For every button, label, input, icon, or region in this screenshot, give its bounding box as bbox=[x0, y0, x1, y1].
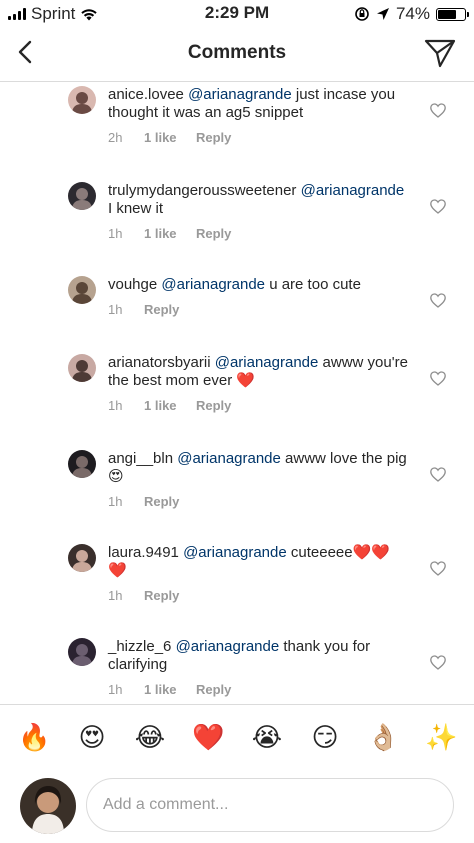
emoji-reaction[interactable]: ❤️ bbox=[192, 721, 224, 753]
comment-text: angi__bln @arianagrande awww love the pi… bbox=[108, 450, 408, 486]
comment-body: u are too cute bbox=[265, 276, 361, 293]
avatar[interactable] bbox=[68, 544, 96, 572]
reply-button[interactable]: Reply bbox=[196, 682, 231, 697]
emoji-reaction[interactable]: 😏 bbox=[309, 721, 341, 753]
comment-composer bbox=[0, 774, 474, 843]
avatar[interactable] bbox=[68, 450, 96, 478]
emoji-reaction[interactable]: 🔥 bbox=[18, 721, 50, 753]
comment-time: 1h bbox=[108, 398, 123, 413]
comment-meta: 1h Reply bbox=[108, 302, 179, 317]
heart-outline-icon[interactable] bbox=[430, 561, 446, 576]
battery-label: 74% bbox=[395, 4, 430, 23]
status-bar: Sprint 2:29 PM 74% bbox=[0, 0, 474, 26]
comment-text: _hizzle_6 @arianagrande thank you for cl… bbox=[108, 638, 408, 674]
comment-time: 1h bbox=[108, 494, 123, 509]
heart-outline-icon[interactable] bbox=[430, 199, 446, 214]
comments-screen: Sprint 2:29 PM 74% Comments anice.lovee … bbox=[0, 0, 474, 843]
status-right: 74% bbox=[354, 4, 469, 24]
rotation-lock-icon bbox=[355, 7, 369, 21]
comment-item[interactable]: arianatorsbyarii @arianagrande awww you'… bbox=[0, 350, 474, 440]
comment-item[interactable]: trulymydangeroussweetener @arianagrande … bbox=[0, 178, 474, 268]
comment-text: vouhge @arianagrande u are too cute bbox=[108, 276, 408, 294]
comment-meta: 1h 1 like Reply bbox=[108, 398, 231, 413]
comment-meta: 2h 1 like Reply bbox=[108, 130, 231, 145]
comment-item[interactable]: angi__bln @arianagrande awww love the pi… bbox=[0, 446, 474, 536]
comment-meta: 1h 1 like Reply bbox=[108, 226, 231, 241]
emoji-reaction[interactable]: 😂 bbox=[134, 721, 166, 753]
comment-username[interactable]: laura.9491 bbox=[108, 544, 179, 561]
avatar bbox=[20, 778, 76, 834]
heart-outline-icon[interactable] bbox=[430, 103, 446, 118]
comment-meta: 1h 1 like Reply bbox=[108, 682, 231, 697]
reply-button[interactable]: Reply bbox=[196, 226, 231, 241]
comment-likes[interactable]: 1 like bbox=[144, 130, 196, 145]
comment-input[interactable] bbox=[86, 778, 454, 832]
avatar[interactable] bbox=[68, 276, 96, 304]
comment-mention[interactable]: @arianagrande bbox=[188, 86, 292, 103]
emoji-reaction[interactable]: 😍 bbox=[76, 721, 108, 753]
emoji-bar: 🔥 😍 😂 ❤️ 😭 😏 👌🏼 ✨ bbox=[0, 704, 474, 774]
battery-fill bbox=[438, 9, 456, 19]
comment-likes[interactable]: 1 like bbox=[144, 226, 196, 241]
reply-button[interactable]: Reply bbox=[144, 302, 179, 317]
emoji-reaction[interactable]: ✨ bbox=[425, 721, 457, 753]
comment-list[interactable]: anice.lovee @arianagrande just incase yo… bbox=[0, 82, 474, 704]
comment-mention[interactable]: @arianagrande bbox=[161, 276, 265, 293]
comment-mention[interactable]: @arianagrande bbox=[183, 544, 287, 561]
comment-meta: 1h Reply bbox=[108, 588, 179, 603]
comment-mention[interactable]: @arianagrande bbox=[177, 450, 281, 467]
comment-username[interactable]: anice.lovee bbox=[108, 86, 184, 103]
comment-likes[interactable]: 1 like bbox=[144, 682, 196, 697]
comment-time: 2h bbox=[108, 130, 123, 145]
comment-username[interactable]: _hizzle_6 bbox=[108, 638, 171, 655]
comment-item[interactable]: laura.9491 @arianagrande cuteeeee❤️❤️❤️ 1… bbox=[0, 540, 474, 630]
reply-button[interactable]: Reply bbox=[144, 588, 179, 603]
avatar[interactable] bbox=[68, 182, 96, 210]
comment-time: 1h bbox=[108, 226, 123, 241]
comment-text: arianatorsbyarii @arianagrande awww you'… bbox=[108, 354, 408, 390]
reply-button[interactable]: Reply bbox=[196, 130, 231, 145]
comment-meta: 1h Reply bbox=[108, 494, 179, 509]
nav-bar: Comments bbox=[0, 26, 474, 82]
heart-outline-icon[interactable] bbox=[430, 467, 446, 482]
reply-button[interactable]: Reply bbox=[144, 494, 179, 509]
emoji-reaction[interactable]: 😭 bbox=[251, 721, 283, 753]
comment-time: 1h bbox=[108, 302, 123, 317]
comment-item[interactable]: vouhge @arianagrande u are too cute 1h Rep… bbox=[0, 272, 474, 362]
paper-plane-icon[interactable] bbox=[424, 38, 456, 68]
comment-body: I knew it bbox=[108, 200, 164, 217]
comment-username[interactable]: arianatorsbyarii bbox=[108, 354, 211, 371]
avatar[interactable] bbox=[68, 86, 96, 114]
reply-button[interactable]: Reply bbox=[196, 398, 231, 413]
comment-item[interactable]: anice.lovee @arianagrande just incase yo… bbox=[0, 82, 474, 172]
comment-mention[interactable]: @arianagrande bbox=[301, 182, 405, 199]
location-icon bbox=[376, 8, 389, 20]
comment-mention[interactable]: @arianagrande bbox=[176, 638, 280, 655]
comment-username[interactable]: vouhge bbox=[108, 276, 157, 293]
heart-outline-icon[interactable] bbox=[430, 371, 446, 386]
battery-icon bbox=[436, 7, 469, 21]
avatar[interactable] bbox=[68, 638, 96, 666]
comment-likes[interactable]: 1 like bbox=[144, 398, 196, 413]
comment-time: 1h bbox=[108, 682, 123, 697]
comment-text: anice.lovee @arianagrande just incase yo… bbox=[108, 86, 408, 122]
comment-text: laura.9491 @arianagrande cuteeeee❤️❤️❤️ bbox=[108, 544, 408, 580]
page-title: Comments bbox=[187, 42, 287, 63]
comment-username[interactable]: trulymydangeroussweetener bbox=[108, 182, 296, 199]
heart-outline-icon[interactable] bbox=[430, 293, 446, 308]
comment-time: 1h bbox=[108, 588, 123, 603]
emoji-reaction[interactable]: 👌🏼 bbox=[367, 721, 399, 753]
comment-username[interactable]: angi__bln bbox=[108, 450, 173, 467]
avatar[interactable] bbox=[68, 354, 96, 382]
comment-item[interactable]: _hizzle_6 @arianagrande thank you for cl… bbox=[0, 634, 474, 704]
heart-outline-icon[interactable] bbox=[430, 655, 446, 670]
comment-mention[interactable]: @arianagrande bbox=[215, 354, 319, 371]
comment-text: trulymydangeroussweetener @arianagrande … bbox=[108, 182, 408, 218]
